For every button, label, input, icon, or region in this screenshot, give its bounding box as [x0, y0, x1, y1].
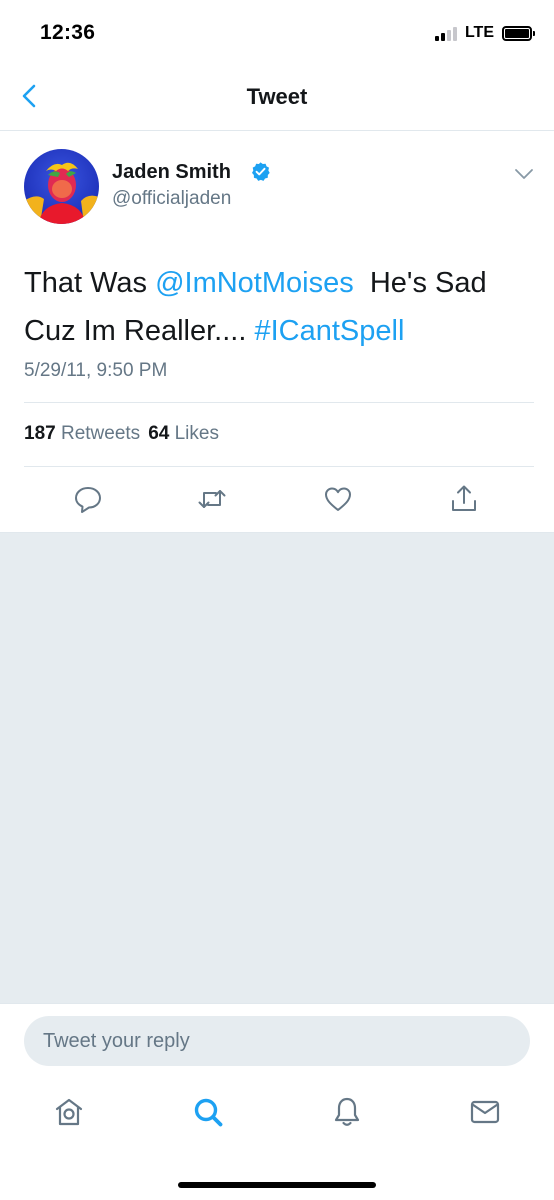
page-title: Tweet	[246, 84, 308, 109]
mention-link[interactable]: @ImNotMoises	[155, 267, 354, 299]
tweet-text-part: That Was	[24, 267, 156, 299]
network-label: LTE	[464, 24, 494, 41]
tab-bar	[0, 1079, 554, 1200]
status-time: 12:36	[40, 21, 96, 44]
avatar[interactable]	[24, 149, 99, 224]
share-icon[interactable]	[448, 483, 480, 515]
author-handle[interactable]: @officialjaden	[112, 188, 231, 210]
tweet-stats: 187 Retweets 64 Likes	[24, 423, 219, 445]
signal-icon	[434, 26, 457, 41]
tweet-text: That Was @ImNotMoises He's Sad Cuz Im Re…	[24, 259, 534, 355]
nav-header: Tweet	[0, 62, 554, 131]
hashtag-link[interactable]: #ICantSpell	[254, 315, 404, 347]
author-name[interactable]: Jaden Smith	[112, 161, 231, 184]
like-stat[interactable]: 64 Likes	[148, 423, 219, 445]
battery-icon	[502, 25, 535, 41]
like-icon[interactable]	[322, 483, 354, 515]
messages-icon[interactable]	[468, 1095, 502, 1129]
reply-input[interactable]	[24, 1016, 530, 1066]
retweet-count: 187	[24, 423, 56, 444]
search-icon[interactable]	[191, 1095, 225, 1129]
reply-icon[interactable]	[72, 483, 104, 515]
like-label: Likes	[174, 423, 219, 444]
tweet-timestamp: 5/29/11, 9:50 PM	[24, 360, 168, 381]
status-indicators: LTE	[434, 24, 535, 42]
reply-bar	[0, 1003, 554, 1079]
divider	[24, 466, 534, 467]
status-bar: 12:36 LTE	[0, 0, 554, 62]
home-icon[interactable]	[52, 1095, 86, 1129]
like-count: 64	[148, 423, 170, 444]
home-indicator[interactable]	[178, 1182, 376, 1188]
divider	[24, 402, 534, 403]
tweet-actions	[0, 479, 554, 519]
retweet-stat[interactable]: 187 Retweets	[24, 423, 140, 445]
verified-icon	[252, 162, 270, 181]
chevron-down-icon[interactable]	[514, 167, 534, 181]
retweet-icon[interactable]	[196, 483, 228, 515]
retweet-label: Retweets	[60, 423, 141, 444]
notifications-icon[interactable]	[330, 1095, 364, 1129]
tweet-card: Jaden Smith @officialjaden That Was @ImN…	[0, 131, 554, 533]
